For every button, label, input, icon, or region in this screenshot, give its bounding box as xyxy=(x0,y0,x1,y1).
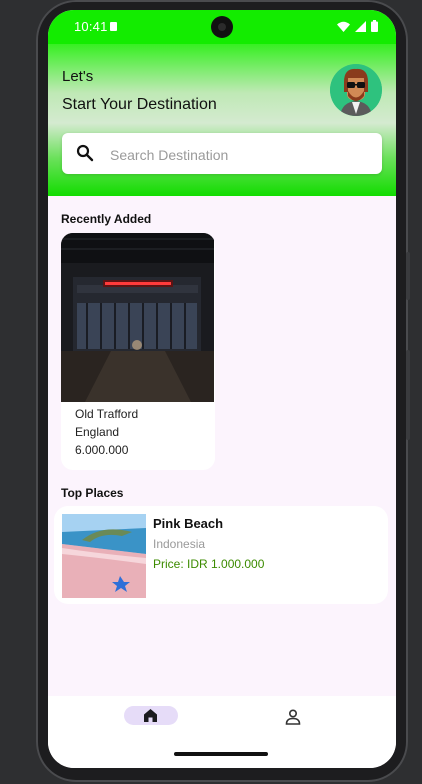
avatar-illustration xyxy=(330,64,382,116)
stadium-photo xyxy=(61,233,214,402)
sim-card-icon xyxy=(110,22,117,31)
person-icon[interactable] xyxy=(284,708,302,726)
bottom-navigation xyxy=(48,696,396,744)
top-places-heading: Top Places xyxy=(61,486,124,500)
page-title: Start Your Destination xyxy=(62,96,217,113)
header: Let's Start Your Destination xyxy=(48,44,396,196)
power-button xyxy=(406,252,410,300)
wifi-icon xyxy=(337,21,350,32)
battery-icon xyxy=(371,20,378,32)
top-place-name: Pink Beach xyxy=(153,516,224,531)
recent-place-price: 6.000.000 xyxy=(75,443,129,457)
search-icon xyxy=(76,144,94,162)
nav-home-button[interactable] xyxy=(124,706,178,725)
status-bar: 10:41 xyxy=(48,10,396,44)
app-screen: 10:41 Let's Start Your Destination Searc… xyxy=(48,10,396,768)
gesture-area xyxy=(48,744,396,768)
top-place-price: Price: IDR 1.000.000 xyxy=(153,557,265,571)
recent-place-card[interactable]: Old Trafford England 6.000.000 xyxy=(61,233,215,470)
greeting-text: Let's xyxy=(62,68,94,85)
status-icons xyxy=(337,20,378,32)
user-avatar[interactable] xyxy=(330,64,382,116)
recently-added-heading: Recently Added xyxy=(61,212,152,226)
recent-place-country: England xyxy=(75,425,120,439)
top-place-country: Indonesia xyxy=(153,537,206,551)
signal-icon xyxy=(355,20,366,32)
search-input[interactable] xyxy=(108,143,372,167)
status-time: 10:41 xyxy=(74,19,108,34)
home-gesture-bar[interactable] xyxy=(174,752,268,756)
volume-button xyxy=(406,350,410,440)
front-camera xyxy=(211,16,233,38)
top-place-card[interactable]: Pink Beach Indonesia Price: IDR 1.000.00… xyxy=(54,506,388,604)
pink-beach-photo xyxy=(62,514,146,598)
home-icon xyxy=(144,709,157,722)
search-bar[interactable] xyxy=(62,133,382,174)
recent-place-name: Old Trafford xyxy=(75,407,139,421)
